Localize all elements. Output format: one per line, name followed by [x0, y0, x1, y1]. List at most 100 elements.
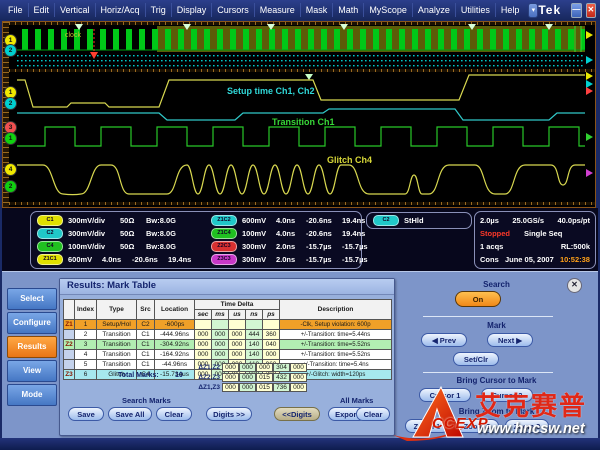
- transition-annotation: Transition Ch1: [272, 117, 335, 127]
- resolution: 40.0ps/pt: [557, 216, 590, 225]
- z3c3-pos1: -15.7µs: [306, 255, 342, 264]
- mark-table-dialog: Results: Mark Table Index Type Src Locat…: [59, 278, 395, 436]
- mark-label: Mark: [395, 321, 598, 330]
- menu-mask[interactable]: Mask: [301, 3, 334, 17]
- menu-trig[interactable]: Trig: [146, 3, 172, 17]
- menu-vertical[interactable]: Vertical: [55, 3, 96, 17]
- menu-cursors[interactable]: Cursors: [212, 3, 255, 17]
- glitch-annotation: Glitch Ch4: [327, 155, 372, 165]
- col-ms: ms: [212, 310, 229, 320]
- waveform-screen: clock Setup time Ch1, Ch2 Transition Ch1…: [2, 21, 596, 208]
- table-row[interactable]: Z1 1 Setup/Hol C2 -600ps -Clk, Setup vio…: [64, 320, 392, 330]
- trigger-readout-box: C2 StHld: [366, 212, 472, 229]
- ch2-impedance: 50Ω: [120, 229, 146, 238]
- col-location: Location: [155, 300, 195, 320]
- right-reference-arrows: [586, 31, 593, 177]
- menu-analyze[interactable]: Analyze: [413, 3, 456, 17]
- z1c2-badge[interactable]: Z1C2: [211, 215, 237, 226]
- digits-forward-button[interactable]: Digits >>: [206, 407, 252, 421]
- mark-next-button[interactable]: Next ▶: [487, 333, 533, 347]
- z2c3-pos2: -15.7µs: [342, 242, 368, 251]
- ch1-impedance: 50Ω: [120, 216, 146, 225]
- z3c3-badge[interactable]: Z3C3: [211, 254, 237, 265]
- clock-label: clock: [65, 32, 81, 39]
- save-button[interactable]: Save: [68, 407, 104, 421]
- zoom1-trigger-triangle: [305, 74, 313, 80]
- ch4-transition-trace: [17, 127, 585, 146]
- z2c3-badge[interactable]: Z2C3: [211, 241, 237, 252]
- z1c2-pos2: 19.4ns: [342, 216, 365, 225]
- menu-display[interactable]: Display: [172, 3, 213, 17]
- ch1-scale: 300mV/div: [68, 216, 120, 225]
- transition-handle[interactable]: 1: [4, 132, 17, 145]
- menu-horiz-acq[interactable]: Horiz/Acq: [96, 3, 146, 17]
- table-row[interactable]: 2 Transition C1 -444.96ns 000 000 000 44…: [64, 330, 392, 340]
- search-label: Search: [395, 280, 598, 289]
- z1c1-pos1: -20.6ns: [132, 255, 168, 264]
- ch4-handle[interactable]: 4: [4, 163, 17, 176]
- ch4-impedance: 50Ω: [120, 242, 146, 251]
- table-row[interactable]: Z2 3 Transition C1 -304.92ns 000 000 000…: [64, 340, 392, 350]
- col-time-delta: Time Delta: [195, 300, 280, 310]
- col-ps: ps: [263, 310, 280, 320]
- ch4-bandwidth: Bw:8.0G: [146, 242, 176, 251]
- table-row[interactable]: 4 Transition C1 -164.92ns 000 000 000 14…: [64, 350, 392, 360]
- col-index: Index: [75, 300, 97, 320]
- sidebar-item-configure[interactable]: Configure: [7, 312, 57, 334]
- readout-panel: C1 300mV/div 50Ω Bw:8.0G C2 300mV/div 50…: [2, 208, 598, 271]
- sidebar-item-view[interactable]: View: [7, 360, 57, 382]
- acq-count: 1 acqs: [480, 242, 503, 251]
- menu-help[interactable]: Help: [496, 3, 525, 17]
- col-sec: sec: [195, 310, 212, 320]
- watermark-chinese: 艾克赛普: [475, 393, 587, 419]
- acq-status: Stopped: [480, 229, 524, 238]
- col-src: Src: [137, 300, 155, 320]
- z1c2-time: 4.0ns: [276, 216, 306, 225]
- col-ns: ns: [246, 310, 263, 320]
- total-marks-label: Total Marks:: [118, 372, 159, 379]
- menu-measure[interactable]: Measure: [255, 3, 301, 17]
- z2c3-time: 2.0ns: [276, 242, 306, 251]
- trigger-source-badge[interactable]: C2: [373, 215, 399, 226]
- z1c1-badge[interactable]: Z1C1: [37, 254, 63, 265]
- menu-math[interactable]: Math: [333, 3, 364, 17]
- z3c3-scale: 300mV: [242, 255, 276, 264]
- menu-edit[interactable]: Edit: [29, 3, 56, 17]
- z1c4-badge[interactable]: Z1C4: [211, 228, 237, 239]
- sidebar-item-select[interactable]: Select: [7, 288, 57, 310]
- clear-search-marks-button[interactable]: Clear: [156, 407, 192, 421]
- delta-z2z3-label: ΔZ2,Z3: [194, 374, 222, 381]
- z3c3-time: 2.0ns: [276, 255, 306, 264]
- sidebar-item-mode[interactable]: Mode: [7, 384, 57, 406]
- minimize-button[interactable]: —: [571, 3, 581, 18]
- cons-label: Cons: [480, 255, 499, 264]
- mark-setclr-button[interactable]: Set/Clr: [453, 352, 499, 366]
- menu-overflow-button[interactable]: ▾: [528, 3, 538, 18]
- ch2-badge[interactable]: C2: [37, 228, 63, 239]
- mark-prev-button[interactable]: ◀ Prev: [421, 333, 467, 347]
- channel-readout-box: C1 300mV/div 50Ω Bw:8.0G C2 300mV/div 50…: [30, 211, 362, 269]
- clock-time: 10:52:38: [560, 255, 590, 264]
- z3c3-pos2: -15.7µs: [342, 255, 368, 264]
- col-us: us: [229, 310, 246, 320]
- all-marks-label: All Marks: [340, 396, 373, 405]
- menu-utilities[interactable]: Utilities: [456, 3, 496, 17]
- ch1-badge[interactable]: C1: [37, 215, 63, 226]
- close-window-button[interactable]: ✕: [586, 3, 596, 18]
- digits-back-button[interactable]: <<Digits: [274, 407, 320, 421]
- menu-file[interactable]: File: [3, 3, 29, 17]
- z1c2-handle[interactable]: 2: [4, 97, 17, 110]
- sidebar-item-results[interactable]: Results: [7, 336, 57, 358]
- menu-myscope[interactable]: MyScope: [364, 3, 413, 17]
- ch2-handle[interactable]: 2: [4, 44, 17, 57]
- menu-bar: File Edit Vertical Horiz/Acq Trig Displa…: [0, 0, 600, 20]
- total-marks-count: 10: [175, 372, 183, 379]
- bring-cursor-label: Bring Cursor to Mark: [395, 376, 598, 385]
- ch2-scale: 300mV/div: [68, 229, 120, 238]
- search-on-button[interactable]: On: [455, 291, 501, 307]
- glitch-handle[interactable]: 2: [4, 180, 17, 193]
- window-bottom-edge: [0, 438, 600, 450]
- z1c1-scale: 600mV: [68, 255, 102, 264]
- ch4-badge[interactable]: C4: [37, 241, 63, 252]
- save-all-button[interactable]: Save All: [108, 407, 152, 421]
